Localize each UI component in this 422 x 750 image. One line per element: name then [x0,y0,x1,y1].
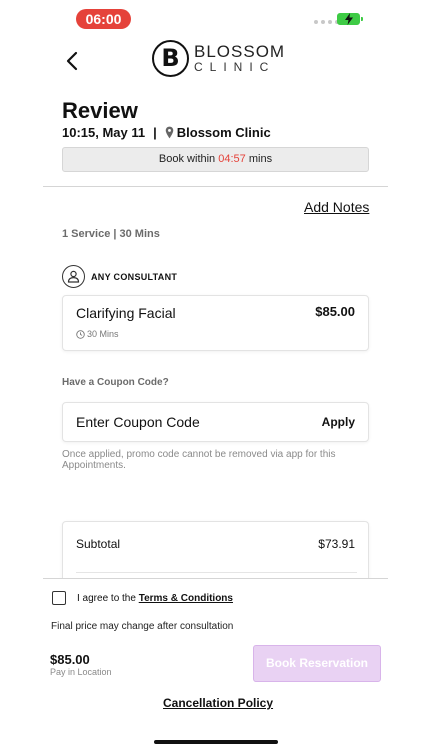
user-icon [62,265,85,288]
status-bar: 06:00 [0,0,422,36]
service-card: Clarifying Facial $85.00 30 Mins [62,295,369,351]
terms-link[interactable]: Terms & Conditions [139,593,233,604]
price-note: Final price may change after consultatio… [51,621,234,632]
appointment-datetime: 10:15, May 11 [62,125,146,140]
battery-icon [337,13,363,25]
service-name: Clarifying Facial [76,305,176,321]
logo-subword: CLINIC [194,60,276,74]
cancellation-policy-link[interactable]: Cancellation Policy [163,696,273,710]
total-price: $85.00 [50,652,90,667]
service-price: $85.00 [315,304,355,319]
coupon-question: Have a Coupon Code? [62,377,169,388]
status-time: 06:00 [76,9,131,29]
meta-separator: | [153,125,157,140]
timer-value: 04:57 [218,153,246,165]
consultant-row: ANY CONSULTANT [62,265,177,288]
terms-prefix: I agree to the [77,592,136,604]
subtotal-value: $73.91 [318,537,355,551]
subtotal-label: Subtotal [76,537,121,551]
coupon-note: Once applied, promo code cannot be remov… [62,449,336,471]
terms-row: I agree to the Terms & Conditions [52,591,233,605]
apply-coupon-button[interactable]: Apply [322,415,355,429]
timer-prefix: Book within [158,153,216,165]
back-button[interactable] [62,50,84,72]
consultant-label: ANY CONSULTANT [91,271,178,282]
coupon-card: Apply [62,402,369,442]
appointment-location: Blossom Clinic [176,125,271,140]
checkout-footer: I agree to the Terms & Conditions Final … [43,578,388,750]
logo-mark: B [152,40,189,77]
service-duration: 30 Mins [76,329,119,339]
page-title: Review [62,98,138,123]
booking-timer: Book within 04:57 mins [62,147,369,172]
timer-suffix: mins [248,153,273,165]
chevron-left-icon [66,51,78,71]
pay-note: Pay in Location [50,667,112,677]
appointment-meta: 10:15, May 11 | Blossom Clinic [62,125,271,140]
totals-divider [76,572,357,573]
signal-icon [314,20,339,24]
logo-word: BLOSSOM [194,42,286,61]
header-divider [43,186,388,187]
clock-icon [76,329,85,339]
map-pin-icon [165,126,174,139]
clinic-logo: B BLOSSOM CLINIC [152,40,286,78]
home-indicator [154,740,278,744]
terms-checkbox[interactable] [52,591,66,605]
book-reservation-button[interactable]: Book Reservation [253,645,381,682]
service-summary: 1 Service | 30 Mins [62,228,160,240]
add-notes-link[interactable]: Add Notes [304,199,369,215]
terms-text: I agree to the Terms & Conditions [77,593,233,604]
service-duration-text: 30 Mins [87,329,119,339]
coupon-input[interactable] [76,414,296,430]
